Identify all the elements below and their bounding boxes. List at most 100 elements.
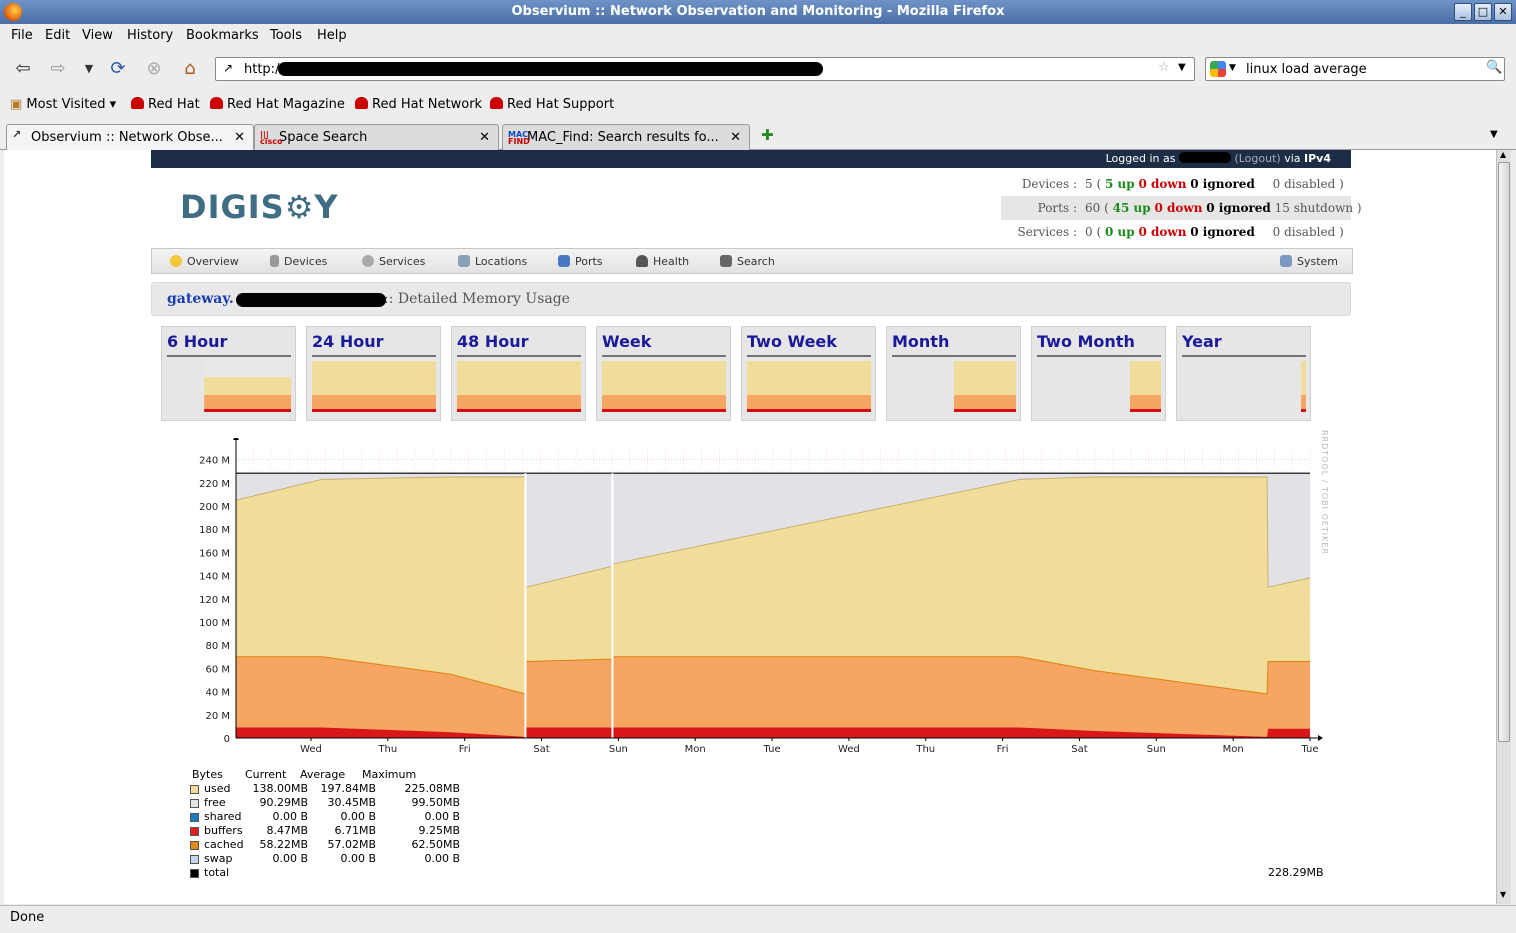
history-dropdown-icon[interactable]: ▼ bbox=[76, 56, 102, 82]
bookmark-most-visited[interactable]: ▣ Most Visited ▾ bbox=[10, 97, 116, 112]
nav-locations[interactable]: Locations bbox=[458, 255, 527, 268]
logout-link[interactable]: (Logout) bbox=[1234, 152, 1280, 165]
google-icon[interactable] bbox=[1210, 61, 1226, 77]
scroll-up-icon[interactable]: ▲ bbox=[1500, 150, 1506, 159]
nav-overview[interactable]: Overview bbox=[170, 255, 239, 268]
ports-total[interactable]: 60 bbox=[1085, 201, 1100, 215]
legend-name: shared bbox=[204, 810, 242, 823]
devices-total[interactable]: 5 bbox=[1085, 177, 1093, 191]
period-label[interactable]: 6 Hour bbox=[167, 332, 227, 351]
menu-tools[interactable]: Tools bbox=[270, 28, 302, 43]
bookmark-red-hat-support[interactable]: Red Hat Support bbox=[490, 97, 614, 112]
period-mini-graph[interactable] bbox=[892, 355, 1016, 413]
close-tab-icon[interactable]: ✕ bbox=[730, 130, 741, 145]
tab-list-icon[interactable]: ▼ bbox=[1490, 129, 1498, 140]
period-mini-graph[interactable] bbox=[1037, 355, 1161, 413]
period-thumb-month[interactable]: Month bbox=[886, 326, 1021, 421]
site-logo[interactable]: DIGIS⚙Y bbox=[180, 188, 339, 226]
tab-bar: ↗ Observium :: Network Obse... ✕ ||| cisc… bbox=[0, 122, 1516, 151]
home-icon[interactable]: ⌂ bbox=[177, 56, 203, 82]
menu-bookmarks[interactable]: Bookmarks bbox=[186, 28, 259, 43]
period-thumb-two-week[interactable]: Two Week bbox=[741, 326, 876, 421]
devices-ignored[interactable]: 0 ignored bbox=[1190, 177, 1255, 191]
legend-swatch bbox=[190, 799, 199, 808]
close-tab-icon[interactable]: ✕ bbox=[479, 130, 490, 145]
period-thumb-6-hour[interactable]: 6 Hour bbox=[161, 326, 296, 421]
services-disabled[interactable]: 0 disabled ) bbox=[1273, 225, 1344, 239]
vertical-scrollbar[interactable]: ▲ ▼ bbox=[1496, 150, 1511, 904]
menu-edit[interactable]: Edit bbox=[45, 28, 70, 43]
tab-mac-find[interactable]: MAC FIND MAC_Find: Search results fo... ✕ bbox=[502, 124, 750, 150]
period-label[interactable]: Two Week bbox=[747, 332, 837, 351]
nav-devices[interactable]: Devices bbox=[270, 255, 327, 268]
period-thumb-week[interactable]: Week bbox=[596, 326, 731, 421]
nav-search[interactable]: Search bbox=[720, 255, 775, 268]
ports-ignored[interactable]: 0 ignored bbox=[1206, 201, 1271, 215]
period-label[interactable]: Year bbox=[1182, 332, 1222, 351]
ports-shutdown[interactable]: 15 shutdown ) bbox=[1275, 201, 1362, 215]
new-tab-icon[interactable]: ✚ bbox=[761, 126, 774, 144]
period-mini-graph[interactable] bbox=[1182, 355, 1306, 413]
services-total[interactable]: 0 bbox=[1085, 225, 1093, 239]
nav-label: System bbox=[1297, 255, 1339, 268]
scrollbar-thumb[interactable] bbox=[1498, 162, 1510, 742]
device-link[interactable]: gateway. bbox=[167, 291, 234, 307]
nav-label: Devices bbox=[284, 255, 328, 268]
bookmark-star-icon[interactable]: ☆ bbox=[1158, 60, 1170, 75]
minimize-button[interactable]: _ bbox=[1454, 3, 1472, 21]
close-button[interactable]: ✕ bbox=[1494, 3, 1512, 21]
menu-view[interactable]: View bbox=[82, 28, 113, 43]
services-up[interactable]: 0 up bbox=[1105, 225, 1135, 239]
reload-icon[interactable]: ⟳ bbox=[105, 56, 131, 82]
x-tick-label: Fri bbox=[997, 744, 1009, 755]
bookmark-red-hat-magazine[interactable]: Red Hat Magazine bbox=[210, 97, 345, 112]
period-thumb-two-month[interactable]: Two Month bbox=[1031, 326, 1166, 421]
menu-history[interactable]: History bbox=[127, 28, 173, 43]
forward-icon[interactable]: ⇨ bbox=[45, 56, 71, 82]
devices-label: Devices : bbox=[1021, 177, 1077, 191]
ports-up[interactable]: 45 up bbox=[1113, 201, 1151, 215]
period-mini-graph[interactable] bbox=[457, 355, 581, 413]
period-thumb-48-hour[interactable]: 48 Hour bbox=[451, 326, 586, 421]
engine-dropdown-icon[interactable]: ▼ bbox=[1229, 63, 1236, 73]
services-down[interactable]: 0 down bbox=[1138, 225, 1186, 239]
legend-name: buffers bbox=[204, 824, 243, 837]
search-box[interactable]: ▼ linux load average 🔍 bbox=[1205, 57, 1505, 81]
period-mini-graph[interactable] bbox=[602, 355, 726, 413]
nav-ports[interactable]: Ports bbox=[558, 255, 603, 268]
nav-health[interactable]: Health bbox=[636, 255, 689, 268]
period-thumb-24-hour[interactable]: 24 Hour bbox=[306, 326, 441, 421]
period-label[interactable]: Week bbox=[602, 332, 651, 351]
address-bar[interactable]: ↗ http:// ☆ ▼ bbox=[215, 57, 1195, 81]
devices-down[interactable]: 0 down bbox=[1138, 177, 1186, 191]
menu-file[interactable]: File bbox=[11, 28, 33, 43]
period-thumb-year[interactable]: Year bbox=[1176, 326, 1311, 421]
tab-space-search[interactable]: ||| cisco Space Search ✕ bbox=[254, 124, 499, 150]
tab-observium[interactable]: ↗ Observium :: Network Obse... ✕ bbox=[6, 124, 254, 151]
nav-system[interactable]: System bbox=[1280, 255, 1338, 268]
period-label[interactable]: 24 Hour bbox=[312, 332, 384, 351]
period-label[interactable]: 48 Hour bbox=[457, 332, 529, 351]
period-label[interactable]: Two Month bbox=[1037, 332, 1135, 351]
url-dropdown-icon[interactable]: ▼ bbox=[1178, 62, 1186, 73]
stop-icon[interactable]: ⊗ bbox=[141, 56, 167, 82]
x-tick-label: Tue bbox=[1300, 744, 1318, 755]
bookmark-red-hat[interactable]: Red Hat bbox=[131, 97, 200, 112]
ports-down[interactable]: 0 down bbox=[1154, 201, 1202, 215]
period-mini-graph[interactable] bbox=[312, 355, 436, 413]
search-icon[interactable]: 🔍 bbox=[1486, 60, 1502, 75]
back-icon[interactable]: ⇦ bbox=[10, 56, 36, 82]
devices-up[interactable]: 5 up bbox=[1105, 177, 1135, 191]
services-ignored[interactable]: 0 ignored bbox=[1190, 225, 1255, 239]
period-mini-graph[interactable] bbox=[167, 355, 291, 413]
scroll-down-icon[interactable]: ▼ bbox=[1500, 890, 1506, 899]
period-label[interactable]: Month bbox=[892, 332, 949, 351]
maximize-button[interactable]: □ bbox=[1474, 3, 1492, 21]
legend-header-average: Average bbox=[300, 768, 346, 781]
close-tab-icon[interactable]: ✕ bbox=[234, 130, 245, 145]
nav-services[interactable]: Services bbox=[362, 255, 425, 268]
menu-help[interactable]: Help bbox=[317, 28, 347, 43]
bookmark-red-hat-network[interactable]: Red Hat Network bbox=[355, 97, 482, 112]
devices-disabled[interactable]: 0 disabled ) bbox=[1273, 177, 1344, 191]
period-mini-graph[interactable] bbox=[747, 355, 871, 413]
